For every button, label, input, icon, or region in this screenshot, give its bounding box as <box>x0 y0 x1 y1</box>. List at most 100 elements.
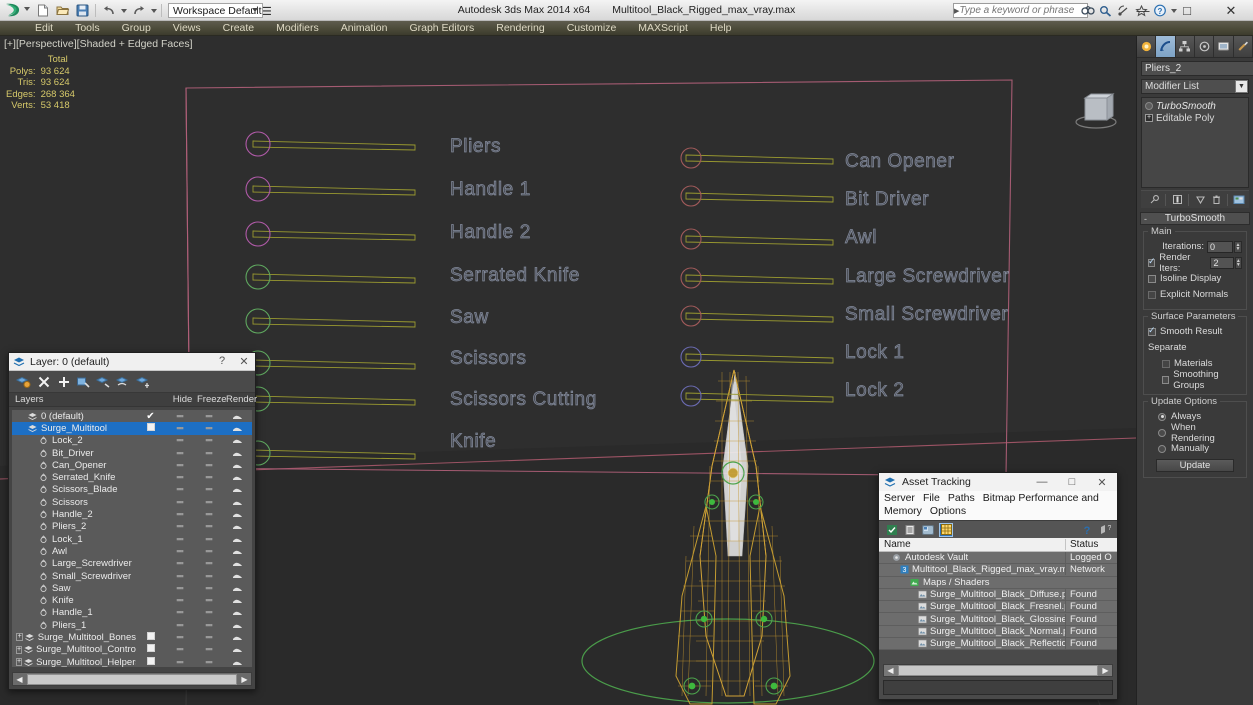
table-row[interactable]: Surge_Multitool_Black_Reflection.pngFoun… <box>879 638 1117 651</box>
layer-freeze-toggle[interactable]: ▪▪▪ <box>194 460 223 471</box>
expand-icon[interactable]: + <box>1145 114 1153 122</box>
render-iters-checkbox[interactable] <box>1148 256 1156 267</box>
layer-render-toggle[interactable] <box>223 472 252 483</box>
scroll-left-icon[interactable]: ◀ <box>13 673 26 685</box>
table-row[interactable]: Autodesk Vault Logged O <box>879 552 1117 565</box>
layer-freeze-toggle[interactable]: ▪▪▪ <box>194 521 223 532</box>
layer-dialog-close-button[interactable]: ✕ <box>233 355 255 368</box>
layer-hide-toggle[interactable]: ▪▪▪ <box>165 607 194 618</box>
table-row[interactable]: Bit_Driver ▪▪▪ ▪▪▪ <box>12 447 252 459</box>
layer-hide-toggle[interactable]: ▪▪▪ <box>165 546 194 557</box>
search-scene-icon[interactable] <box>1080 3 1095 19</box>
table-row[interactable]: Awl ▪▪▪ ▪▪▪ <box>12 545 252 557</box>
table-row[interactable]: + Surge_Multitool_Controllers ▪▪▪▪▪▪ <box>12 644 252 656</box>
modify-tab[interactable] <box>1156 36 1176 57</box>
render-iters-spinner[interactable]: ▲ ▼ <box>1234 256 1242 269</box>
menu-item-modifiers[interactable]: Modifiers <box>265 21 330 35</box>
layer-hide-toggle[interactable]: ▪▪▪ <box>165 460 194 471</box>
table-row[interactable]: Surge_Multitool_Black_Diffuse.png Found <box>879 589 1117 602</box>
configure-modifier-sets-icon[interactable] <box>1232 192 1246 207</box>
asset-tracking-titlebar[interactable]: Asset Tracking — □ ✕ <box>879 473 1117 491</box>
menu-item-graph-editors[interactable]: Graph Editors <box>398 21 485 35</box>
grid-view-icon[interactable] <box>939 522 953 537</box>
layer-freeze-toggle[interactable]: ▪▪▪ <box>194 435 223 446</box>
viewport-label[interactable]: [+][Perspective][Shaded + Edged Faces] <box>4 38 193 50</box>
layer-dialog[interactable]: Layer: 0 (default) ? ✕ Layers Hide Freez… <box>8 352 257 690</box>
layer-list[interactable]: 0 (default) ✔ ▪▪▪ ▪▪▪ Surge_Multitool ▪▪▪ ▪▪▪ L… <box>12 410 252 667</box>
layer-freeze-toggle[interactable]: ▪▪▪ <box>194 534 223 545</box>
lookup-icon[interactable] <box>1098 3 1113 19</box>
list-view-icon[interactable] <box>903 523 917 537</box>
when-rendering-radio[interactable] <box>1158 428 1166 437</box>
layer-freeze-toggle[interactable]: ▪▪▪ <box>194 472 223 483</box>
table-row[interactable]: + Surge_Multitool_Bones ▪▪▪ ▪▪▪ <box>12 631 252 643</box>
object-name-input[interactable] <box>1141 61 1253 76</box>
smooth-result-checkbox[interactable] <box>1148 325 1156 336</box>
layer-active-toggle[interactable] <box>136 422 165 434</box>
update-button[interactable]: Update <box>1156 459 1234 472</box>
asset-close-button[interactable]: ✕ <box>1087 476 1117 489</box>
menu-item-rendering[interactable]: Rendering <box>485 21 555 35</box>
select-objects-in-layer-icon[interactable] <box>75 373 92 390</box>
app-menu-caret-icon[interactable] <box>24 7 30 11</box>
undo-icon[interactable] <box>99 2 118 20</box>
minimize-button[interactable]: — <box>1121 0 1165 21</box>
asset-menu-bitmap-performance-and-memory[interactable]: Bitmap Performance and Memory <box>884 492 1099 517</box>
menu-item-views[interactable]: Views <box>162 21 212 35</box>
layer-render-toggle[interactable] <box>223 484 252 495</box>
hide-unhide-layer-icon[interactable] <box>115 373 132 390</box>
delete-layer-icon[interactable] <box>35 373 52 390</box>
table-row[interactable]: Small_Screwdriver ▪▪▪ ▪▪▪ <box>12 570 252 582</box>
layer-active-toggle[interactable]: ✔ <box>136 411 165 422</box>
layer-hide-toggle[interactable]: ▪▪▪ <box>165 657 194 667</box>
asset-list-hscrollbar[interactable]: ◀ ▶ <box>883 664 1113 677</box>
layer-hide-toggle[interactable]: ▪▪▪ <box>165 632 194 643</box>
layer-render-toggle[interactable] <box>223 534 252 545</box>
layer-render-toggle[interactable] <box>223 435 252 446</box>
menu-item-maxscript[interactable]: MAXScript <box>627 21 699 35</box>
table-row[interactable]: Maps / Shaders <box>879 577 1117 589</box>
lightbulb-icon[interactable] <box>1145 102 1153 110</box>
workspace-dropdown-icon[interactable] <box>252 8 258 12</box>
layer-freeze-toggle[interactable]: ▪▪▪ <box>194 546 223 557</box>
materials-checkbox[interactable] <box>1162 359 1170 368</box>
layer-freeze-toggle[interactable]: ▪▪▪ <box>194 558 223 569</box>
table-row[interactable]: Surge_Multitool_Black_Glossiness.pngFoun… <box>879 613 1117 626</box>
asset-list[interactable]: Autodesk Vault Logged O 3 Multitool_Black_R… <box>879 552 1117 651</box>
menu-item-edit[interactable]: Edit <box>24 21 64 35</box>
layer-render-toggle[interactable] <box>223 657 252 667</box>
layer-freeze-toggle[interactable]: ▪▪▪ <box>194 423 223 434</box>
hscroll-thumb[interactable] <box>898 665 1098 676</box>
layer-freeze-toggle[interactable]: ▪▪▪ <box>194 644 223 655</box>
highlight-selected-objects-layer-icon[interactable] <box>95 373 112 390</box>
layer-hide-toggle[interactable]: ▪▪▪ <box>165 448 194 459</box>
help-icon[interactable]: ? <box>1080 523 1094 537</box>
workspace-menu-icon[interactable]: ☰ <box>262 5 272 18</box>
layer-hide-toggle[interactable]: ▪▪▪ <box>165 534 194 545</box>
expand-icon[interactable]: + <box>16 658 23 667</box>
layer-hide-toggle[interactable]: ▪▪▪ <box>165 497 194 508</box>
3dsmax-logo-icon[interactable] <box>2 1 24 20</box>
layer-render-toggle[interactable] <box>223 571 252 582</box>
menu-item-tools[interactable]: Tools <box>64 21 111 35</box>
modifier-stack[interactable]: TurboSmooth + Editable Poly <box>1141 97 1249 188</box>
stack-item-editable-poly[interactable]: + Editable Poly <box>1142 112 1248 124</box>
layer-freeze-toggle[interactable]: ▪▪▪ <box>194 509 223 520</box>
scroll-right-icon[interactable]: ▶ <box>1099 665 1112 677</box>
layer-freeze-toggle[interactable]: ▪▪▪ <box>194 595 223 606</box>
pin-stack-icon[interactable] <box>1147 192 1161 207</box>
layer-freeze-toggle[interactable]: ▪▪▪ <box>194 411 223 422</box>
detail-view-icon[interactable] <box>921 523 935 537</box>
menu-item-animation[interactable]: Animation <box>330 21 399 35</box>
table-row[interactable]: Lock_1 ▪▪▪ ▪▪▪ <box>12 533 252 545</box>
table-row[interactable]: Surge_Multitool_Black_Fresnel.png Found <box>879 601 1117 614</box>
table-row[interactable]: Lock_2 ▪▪▪ ▪▪▪ <box>12 435 252 447</box>
layer-render-toggle[interactable] <box>223 595 252 606</box>
close-button[interactable]: ✕ <box>1209 0 1253 21</box>
hierarchy-tab[interactable] <box>1175 36 1195 57</box>
menu-item-group[interactable]: Group <box>111 21 162 35</box>
table-row[interactable]: Large_Screwdriver ▪▪▪ ▪▪▪ <box>12 558 252 570</box>
layer-freeze-toggle[interactable]: ▪▪▪ <box>194 497 223 508</box>
table-row[interactable]: Surge_Multitool ▪▪▪ ▪▪▪ <box>12 422 252 435</box>
create-new-layer-icon[interactable] <box>15 373 32 390</box>
